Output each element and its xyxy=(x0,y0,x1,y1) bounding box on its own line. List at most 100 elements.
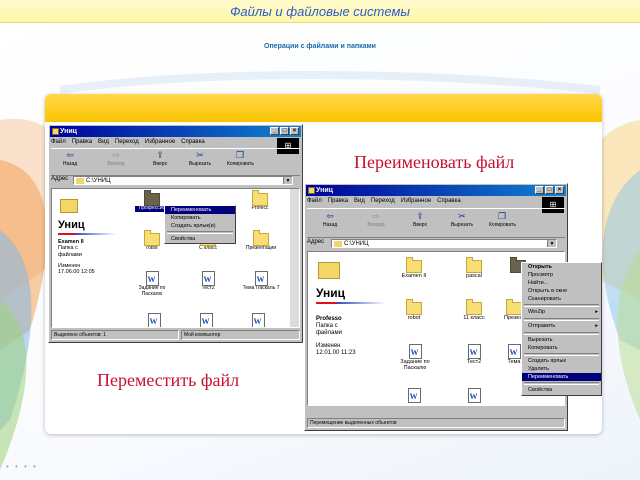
word-document-icon xyxy=(467,344,481,359)
forward-button[interactable]: ⇨ Вперед xyxy=(363,212,389,229)
folder-icon xyxy=(308,187,315,194)
address-label: Адрес xyxy=(307,239,325,245)
menu-file[interactable]: Файл xyxy=(307,198,322,204)
menu-edit[interactable]: Правка xyxy=(328,198,348,204)
folder-icon xyxy=(406,299,422,315)
file-item[interactable]: 11 класс xyxy=(454,299,494,321)
file-item[interactable]: Презентации xyxy=(238,230,284,252)
menu-item-winzip[interactable]: WinZip ▸ xyxy=(522,308,601,317)
menu-help[interactable]: Справка xyxy=(437,198,461,204)
menu-file[interactable]: Файл xyxy=(51,139,66,145)
menu-item-rename[interactable]: Переименовать xyxy=(522,373,601,381)
menu-help[interactable]: Справка xyxy=(181,139,205,145)
menu-item-create-shortcut[interactable]: Создать ярлык xyxy=(522,357,601,365)
up-button[interactable]: ⇪ Вверх xyxy=(407,212,433,229)
file-item[interactable]: Тест2 xyxy=(454,344,494,365)
menu-item-rename[interactable]: Переименовать xyxy=(165,206,235,214)
file-item[interactable]: Тема Паскаль 7 xyxy=(236,271,286,292)
menu-bar: Файл Правка Вид Переход Избранное Справка xyxy=(51,139,300,145)
menu-separator xyxy=(524,332,599,335)
menu-item-properties[interactable]: Свойства xyxy=(522,386,601,395)
scissors-icon: ✂ xyxy=(196,150,204,160)
word-document-icon xyxy=(407,388,421,403)
footer-decoration: • • • • xyxy=(6,462,38,471)
close-button[interactable]: × xyxy=(555,186,564,194)
file-item[interactable] xyxy=(462,388,486,403)
pane-details: Professo Папка с файлами Изменен 12.01.0… xyxy=(316,316,356,356)
menu-item-open[interactable]: Открыть xyxy=(522,263,601,271)
word-document-icon xyxy=(254,271,268,286)
file-item[interactable]: Тест2 xyxy=(188,271,228,292)
address-field[interactable]: C:\УНИЦ ▼ xyxy=(73,176,293,185)
cut-button[interactable]: ✂ Вырезать xyxy=(187,150,213,168)
menu-separator xyxy=(524,382,599,385)
back-button[interactable]: ⇦ Назад xyxy=(317,212,343,229)
forward-arrow-icon: ⇨ xyxy=(112,150,120,160)
menu-item-properties[interactable]: Свойства xyxy=(165,235,235,243)
file-item[interactable]: Examen II xyxy=(394,257,434,279)
back-arrow-icon: ⇦ xyxy=(66,150,74,160)
file-item[interactable] xyxy=(140,313,168,327)
address-field[interactable]: C:\УНИЦ ▼ xyxy=(331,239,557,248)
word-document-icon xyxy=(251,313,265,327)
folder-icon xyxy=(52,128,59,135)
menu-favorites[interactable]: Избранное xyxy=(145,139,175,145)
menu-bar: Файл Правка Вид Переход Избранное Справка xyxy=(307,198,565,204)
status-bar: Перемещение выделенных объектов xyxy=(307,418,565,428)
minimize-button[interactable]: _ xyxy=(270,127,279,135)
address-value: C:\УНИЦ xyxy=(344,241,369,247)
copy-button[interactable]: ❐ Копировать xyxy=(489,212,516,229)
menu-go[interactable]: Переход xyxy=(371,198,395,204)
file-item[interactable]: Задание по Паскалю xyxy=(130,271,174,297)
toolbar: ⇦ Назад ⇨ Вперед ⇪ Вверх ✂ Вырезать ❐ Копиров… xyxy=(307,208,565,238)
pane-details: Examen II Папка с файлами Изменен 17.06.… xyxy=(58,239,95,276)
menu-item-scan[interactable]: Сканировать xyxy=(522,295,601,303)
web-view-pane: Униц Professo Папка с файлами Изменен 12… xyxy=(308,252,388,405)
window-title-bar[interactable]: Униц _ □ × xyxy=(50,126,301,137)
status-selection: Выделено объектов: 1 xyxy=(51,330,179,340)
copy-button[interactable]: ❐ Копировать xyxy=(227,151,254,168)
pane-divider xyxy=(316,302,386,304)
minimize-button[interactable]: _ xyxy=(535,186,544,194)
menu-item-delete[interactable]: Удалить xyxy=(522,365,601,373)
window-title-bar[interactable]: Униц _ □ × xyxy=(306,185,566,196)
file-item[interactable] xyxy=(192,313,220,327)
menu-item-send-to[interactable]: Отправить ▸ xyxy=(522,322,601,331)
status-text: Перемещение выделенных объектов xyxy=(307,418,565,428)
address-bar: Адрес C:\УНИЦ ▼ xyxy=(51,176,300,186)
menu-item-open-window[interactable]: Открыть в окне xyxy=(522,287,601,295)
close-button[interactable]: × xyxy=(290,127,299,135)
chevron-down-icon[interactable]: ▼ xyxy=(283,177,292,184)
pane-title: Униц xyxy=(58,219,85,231)
menu-item-preview[interactable]: Просмотр xyxy=(522,271,601,279)
file-item[interactable] xyxy=(244,313,272,327)
file-item[interactable]: Profecc xyxy=(240,190,280,212)
menu-item-copy[interactable]: Копировать xyxy=(165,214,235,222)
menu-favorites[interactable]: Избранное xyxy=(401,198,431,204)
web-view-pane: Униц Examen II Папка с файлами Изменен 1… xyxy=(52,189,120,327)
menu-item-cut[interactable]: Вырезать xyxy=(522,336,601,344)
back-button[interactable]: ⇦ Назад xyxy=(57,150,83,168)
file-item[interactable]: Задание по Паскалю xyxy=(392,344,438,371)
file-item[interactable]: robot xyxy=(394,299,434,321)
menu-go[interactable]: Переход xyxy=(115,139,139,145)
menu-view[interactable]: Вид xyxy=(354,198,365,204)
cut-button[interactable]: ✂ Вырезать xyxy=(449,212,475,229)
window-title: Униц xyxy=(316,187,333,194)
file-item[interactable] xyxy=(402,388,426,403)
vertical-scrollbar[interactable] xyxy=(290,189,299,327)
menu-item-find[interactable]: Найти... xyxy=(522,279,601,287)
folder-icon xyxy=(406,257,422,273)
file-item[interactable]: pascal xyxy=(454,257,494,279)
menu-view[interactable]: Вид xyxy=(98,139,109,145)
menu-item-copy[interactable]: Копировать xyxy=(522,344,601,352)
forward-button[interactable]: ⇨ Вперед xyxy=(103,150,129,168)
maximize-button[interactable]: □ xyxy=(545,186,554,194)
folder-icon xyxy=(253,230,269,246)
chevron-down-icon[interactable]: ▼ xyxy=(547,240,556,247)
up-button[interactable]: ⇪ Вверх xyxy=(147,151,173,168)
menu-item-create-shortcut[interactable]: Создать ярлык(и) xyxy=(165,222,235,230)
folder-icon xyxy=(144,230,160,246)
maximize-button[interactable]: □ xyxy=(280,127,289,135)
menu-edit[interactable]: Правка xyxy=(72,139,92,145)
